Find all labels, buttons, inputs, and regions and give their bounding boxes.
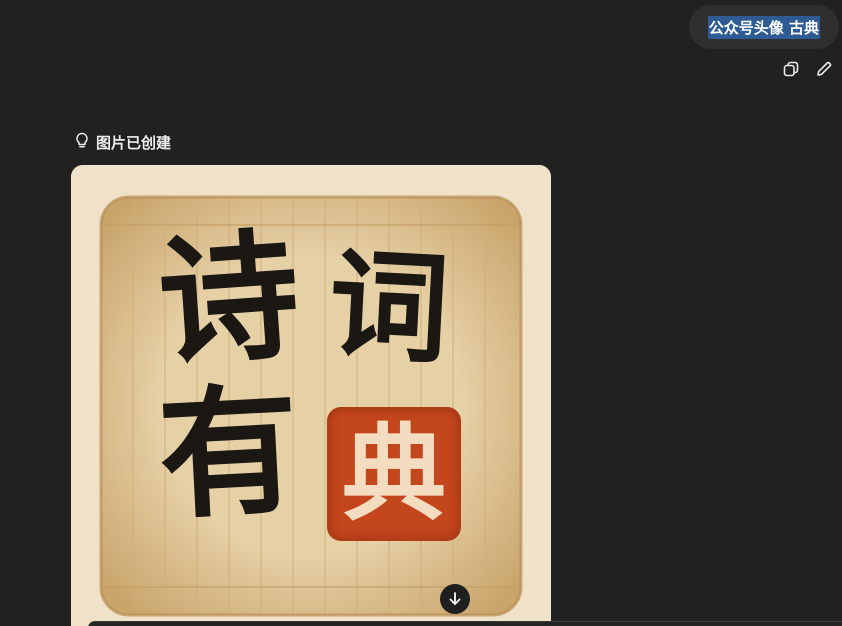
user-message-bubble: 公众号头像 古典: [688, 5, 839, 49]
seal-char: 典: [341, 412, 446, 535]
lightbulb-icon: [73, 131, 91, 153]
title-char-1: 诗: [153, 213, 305, 387]
title-char-3: 有: [154, 368, 304, 540]
title-char-2: 词: [325, 233, 453, 382]
user-message-text: 公众号头像 古典: [707, 15, 820, 39]
message-actions: [781, 59, 834, 79]
red-seal: 典: [327, 407, 461, 541]
download-icon: [449, 592, 461, 605]
status-text: 图片已创建: [96, 133, 172, 152]
edit-icon[interactable]: [814, 59, 834, 79]
composer-top-edge: [88, 621, 842, 626]
copy-icon[interactable]: [781, 59, 801, 79]
download-button[interactable]: [440, 584, 470, 614]
generated-image[interactable]: 诗 词 有 典: [71, 165, 551, 626]
chat-page: 公众号头像 古典 图片已创建 诗 词 有 典: [0, 0, 842, 626]
image-created-status: 图片已创建: [73, 131, 171, 153]
